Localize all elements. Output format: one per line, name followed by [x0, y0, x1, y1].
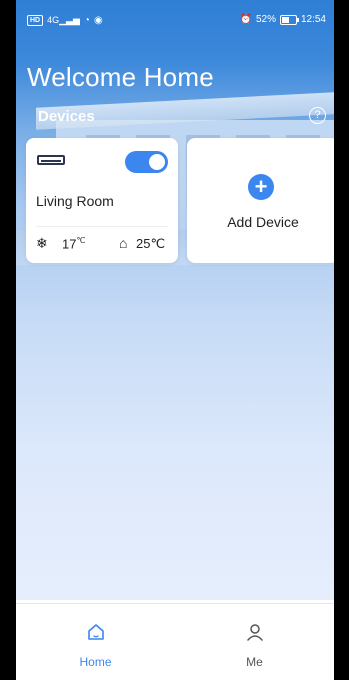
- device-name: Living Room: [36, 193, 114, 209]
- air-conditioner-icon: [37, 155, 65, 165]
- device-card-living-room[interactable]: Living Room ❄ 17℃ ⌂ 25℃: [26, 138, 178, 263]
- help-icon[interactable]: ?: [309, 107, 326, 124]
- hd-badge: HD: [27, 15, 44, 26]
- bottom-tab-bar: Home Me: [16, 603, 334, 680]
- home-icon: [87, 624, 104, 640]
- room-temperature: 25℃: [136, 236, 166, 251]
- welcome-title: Welcome Home: [27, 62, 214, 92]
- set-temperature: 17℃: [62, 236, 86, 252]
- clock: 12:54: [300, 14, 326, 25]
- tab-home[interactable]: Home: [16, 604, 175, 680]
- power-toggle[interactable]: [125, 151, 168, 173]
- status-bar: HD 4G▁▃▅ ◔ ◉ ⏰ 52% 12:54: [16, 0, 334, 34]
- devices-section-title: Devices: [38, 108, 95, 125]
- add-device-label: Add Device: [227, 214, 299, 230]
- toggle-knob: [149, 154, 165, 170]
- signal-icon: 4G▁▃▅: [47, 15, 80, 25]
- tab-me-label: Me: [246, 655, 263, 669]
- tab-home-label: Home: [79, 655, 112, 669]
- plus-icon: +: [248, 174, 274, 200]
- add-device-card[interactable]: + Add Device: [187, 138, 334, 263]
- wifi-icon: ◔: [83, 15, 90, 26]
- alarm-icon: ⏰: [239, 14, 252, 25]
- tab-me[interactable]: Me: [175, 604, 334, 680]
- divider: [36, 226, 168, 227]
- snowflake-icon: ❄: [36, 235, 48, 251]
- app-screen: HD 4G▁▃▅ ◔ ◉ ⏰ 52% 12:54 Welcome Home De…: [16, 0, 334, 680]
- battery-percent: 52%: [255, 14, 276, 25]
- notification-icon: ◉: [93, 15, 103, 26]
- person-icon: [246, 624, 263, 641]
- battery-icon: [279, 14, 299, 25]
- house-icon: ⌂: [119, 235, 128, 251]
